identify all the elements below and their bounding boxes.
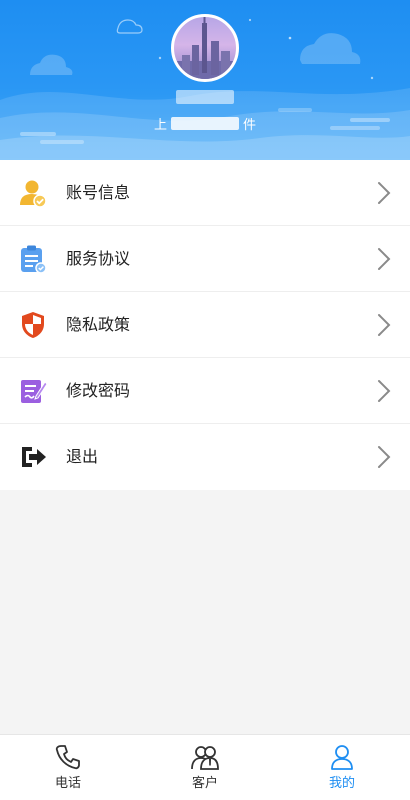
menu-item-logout[interactable]: 退出 (0, 424, 410, 490)
edit-password-icon (21, 380, 48, 403)
tab-me[interactable]: 我的 (274, 735, 410, 800)
avatar[interactable] (171, 14, 239, 82)
menu-item-label: 隐私政策 (66, 315, 131, 334)
profile-subtitle: 上件 (0, 116, 410, 136)
tab-phone[interactable]: 电话 (0, 735, 136, 800)
chevron-right-icon (378, 314, 391, 336)
profile-page: 上件 账号信息 服务协议 隐私政策 修改密码 退出 电话 客户 我的 (0, 0, 410, 800)
clipboard-icon (21, 245, 47, 274)
avatar-city-image (174, 17, 236, 79)
tab-customers[interactable]: 客户 (137, 735, 273, 800)
subtitle-redacted (171, 117, 239, 130)
chevron-right-icon (378, 380, 391, 402)
chevron-right-icon (378, 446, 391, 468)
logout-icon (22, 447, 46, 467)
menu-item-change-password[interactable]: 修改密码 (0, 358, 410, 424)
chevron-right-icon (378, 248, 391, 270)
menu-item-privacy-policy[interactable]: 隐私政策 (0, 292, 410, 358)
subtitle-start: 上 (153, 118, 167, 133)
menu-item-label: 修改密码 (66, 381, 131, 400)
phone-icon (55, 745, 80, 770)
menu-item-account-info[interactable]: 账号信息 (0, 160, 410, 226)
subtitle-end: 件 (243, 118, 257, 133)
menu-item-label: 服务协议 (66, 249, 131, 268)
user-check-icon (20, 180, 47, 208)
tab-label: 电话 (54, 776, 81, 791)
tab-label: 我的 (328, 776, 355, 791)
profile-header: 上件 (0, 0, 410, 160)
person-icon (331, 745, 353, 770)
menu-item-label: 退出 (66, 447, 99, 466)
menu-item-service-agreement[interactable]: 服务协议 (0, 226, 410, 292)
contacts-icon (191, 746, 219, 770)
bottom-tab-bar: 电话 客户 我的 (0, 734, 410, 800)
tab-label: 客户 (191, 776, 218, 791)
username (176, 88, 234, 104)
menu-item-label: 账号信息 (66, 183, 131, 202)
shield-icon (22, 312, 44, 338)
chevron-right-icon (378, 182, 391, 204)
settings-menu: 账号信息 服务协议 隐私政策 修改密码 退出 (0, 160, 410, 490)
